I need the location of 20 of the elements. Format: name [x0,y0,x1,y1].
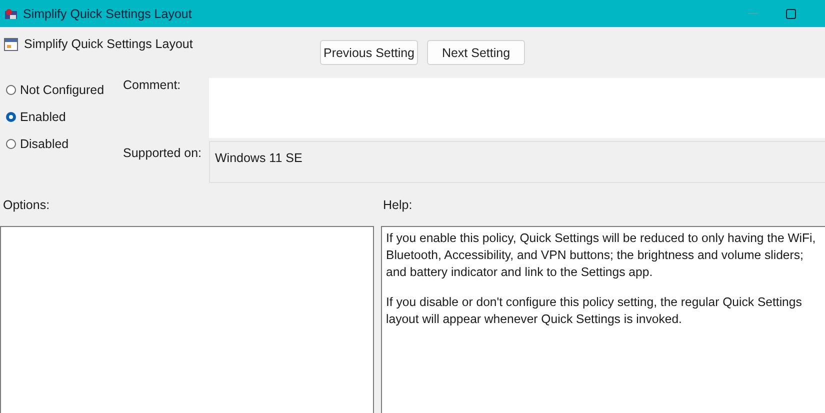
help-paragraph: If you enable this policy, Quick Settings will be reduced to only having the WiFi, Bluetooth, Accessibility, and VPN buttons; the brightness and volume sliders; and battery indicator and link to the Settings app. [386,230,817,281]
maximize-icon[interactable] [786,8,796,18]
nav-button[interactable]: Next Setting [427,40,525,65]
options-label: Options: [2,198,51,212]
radio-button[interactable] [6,112,16,122]
supported-on-field: Windows 11 SE [209,141,825,183]
radio-button[interactable] [6,84,16,94]
radio-option[interactable]: Enabled [6,107,115,126]
supported-on-label: Supported on: [123,146,203,160]
comment-label: Comment: [123,78,182,92]
policy-icon [4,37,18,51]
app-icon [4,6,18,20]
radio-button[interactable] [6,138,16,148]
help-paragraph: If you disable or don't configure this policy setting, the regular Quick Settings layout will appear whenever Quick Settings is invoked. [386,294,803,328]
nav-button[interactable]: Previous Setting [320,40,418,65]
radio-option[interactable]: Disabled [6,134,115,153]
radio-option[interactable]: Not Configured [6,80,115,99]
setting-name: Simplify Quick Settings Layout [24,37,193,51]
window-title: Simplify Quick Settings Layout [23,6,192,20]
help-label: Help: [383,198,412,212]
